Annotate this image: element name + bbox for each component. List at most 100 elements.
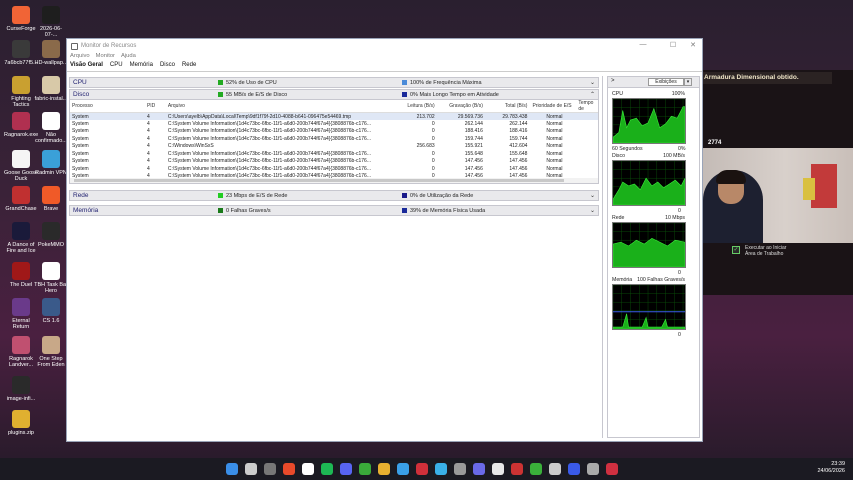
maximize-button[interactable]: ☐ — [665, 41, 681, 51]
menu-monitor[interactable]: Monitor — [96, 53, 115, 62]
table-cell: System — [72, 150, 89, 157]
app-icon — [12, 262, 30, 280]
overview-pane: CPU 52% de Uso de CPU 100% de Frequência… — [69, 76, 599, 216]
taskbar-app-icon[interactable] — [454, 463, 466, 475]
section-disco[interactable]: Disco 55 MB/s de E/S de Disco 0% Mais Lo… — [69, 89, 599, 100]
taskbar-app-icon[interactable] — [549, 463, 561, 475]
close-button[interactable]: ✕ — [685, 41, 701, 51]
chevron-down-icon[interactable]: ⌄ — [590, 79, 595, 86]
chevron-down-icon[interactable]: ⌄ — [590, 207, 595, 214]
pane-splitter[interactable] — [602, 76, 603, 438]
column-header[interactable]: PID — [144, 100, 166, 113]
autostart-checkbox[interactable]: ✓ — [732, 246, 740, 254]
table-row[interactable]: System 4 C:\System Volume Information\{1d4… — [70, 128, 598, 136]
taskbar-app-icon[interactable] — [473, 463, 485, 475]
table-row[interactable]: System 4 C:\Users\ayelb\AppData\Local\Temp… — [70, 112, 598, 120]
graph-footer-right: 0% — [678, 146, 686, 152]
tab-disco[interactable]: Disco — [160, 62, 175, 71]
table-row[interactable]: System 4 C:\System Volume Information\{1d4… — [70, 150, 598, 158]
chevron-up-icon[interactable]: ⌃ — [590, 91, 595, 98]
taskbar-app-icon[interactable] — [587, 463, 599, 475]
tab-cpu[interactable]: CPU — [110, 62, 123, 71]
desktop-icon[interactable]: 2026-06-07-... — [34, 6, 68, 38]
desktop-icon[interactable]: A Dance of Fire and Ice — [4, 222, 38, 254]
taskbar-app-icon[interactable] — [416, 463, 428, 475]
table-row[interactable]: System 4 C:\System Volume Information\{1d4… — [70, 158, 598, 166]
desktop-icon[interactable]: Fighting Tactics — [4, 76, 38, 108]
column-header[interactable]: Gravação (B/s) — [437, 100, 486, 113]
taskbar-app-icon[interactable] — [492, 463, 504, 475]
desktop-icon[interactable]: TBH Task Bar Hero — [34, 262, 68, 294]
desktop-icon[interactable]: Ragnarok Landver... — [4, 336, 38, 368]
menu-ajuda[interactable]: Ajuda — [121, 53, 136, 62]
taskbar-app-icon[interactable] — [530, 463, 542, 475]
desktop-icon[interactable]: The Duel — [4, 262, 38, 288]
game-banner: Armadura Dimensional obtido. — [700, 72, 832, 84]
views-dropdown[interactable]: ▾ — [684, 78, 692, 86]
taskbar-app-icon[interactable] — [397, 463, 409, 475]
table-row[interactable]: System 4 C:\System Volume Information\{1d4… — [70, 165, 598, 173]
minimize-button[interactable]: — — [635, 41, 651, 51]
taskbar-app-icon[interactable] — [283, 463, 295, 475]
table-cell: C:\System Volume Information\{1d4c73bc-6… — [167, 135, 371, 142]
desktop-icon[interactable]: Radmin VPN — [34, 150, 68, 176]
desktop-icon-label: A Dance of Fire and Ice — [6, 242, 36, 254]
start-icon[interactable] — [226, 463, 238, 475]
taskbar-app-icon[interactable] — [302, 463, 314, 475]
section-memoria[interactable]: Memória 0 Falhas Graves/s 39% de Memória… — [69, 205, 599, 216]
desktop-icon[interactable]: plugins.zip — [4, 410, 38, 436]
section-cpu[interactable]: CPU 52% de Uso de CPU 100% de Frequência… — [69, 77, 599, 88]
taskbar-app-icon[interactable] — [511, 463, 523, 475]
desktop-icon[interactable]: CurseForge — [4, 6, 38, 32]
section-memoria-title: Memória — [73, 207, 99, 214]
column-header[interactable]: Processo — [70, 100, 145, 113]
column-header[interactable]: Total (B/s) — [485, 100, 531, 113]
desktop-icon[interactable]: 7a6bcb77f5... — [4, 40, 38, 66]
taskbar-app-icon[interactable] — [606, 463, 618, 475]
tab-visao-geral[interactable]: Visão Geral — [70, 62, 103, 71]
taskbar-app-icon[interactable] — [359, 463, 371, 475]
desktop-icon[interactable]: GrandChase — [4, 186, 38, 212]
table-row[interactable]: System 4 C:\System Volume Information\{1d4… — [70, 135, 598, 143]
table-row[interactable]: System 4 C:\System Volume Information\{1d4… — [70, 120, 598, 128]
system-tray-clock[interactable]: 23:39 24/06/2026 — [817, 461, 845, 475]
chevron-down-icon[interactable]: ⌄ — [590, 192, 595, 199]
desktop-icon[interactable]: CS 1.6 — [34, 298, 68, 324]
table-cell: 4 — [146, 150, 150, 157]
desktop-icon[interactable]: One Step From Eden — [34, 336, 68, 368]
desktop-icon[interactable]: Brave — [34, 186, 68, 212]
column-header[interactable]: Arquivo — [165, 100, 394, 113]
taskbar-app-icon[interactable] — [568, 463, 580, 475]
menu-arquivo[interactable]: Arquivo — [70, 53, 90, 62]
taskbar-app-icon[interactable] — [264, 463, 276, 475]
table-cell: 412.604 — [509, 143, 528, 150]
desktop-icon[interactable]: Não confirmado... — [34, 112, 68, 144]
taskbar-app-icon[interactable] — [321, 463, 333, 475]
tab-memoria[interactable]: Memória — [130, 62, 153, 71]
tab-rede[interactable]: Rede — [182, 62, 196, 71]
taskbar-app-icon[interactable] — [435, 463, 447, 475]
app-icon — [12, 112, 30, 130]
taskbar-app-icon[interactable] — [378, 463, 390, 475]
column-header[interactable]: Prioridade de E/S — [530, 100, 577, 113]
taskbar-app-icon[interactable] — [340, 463, 352, 475]
column-header[interactable]: Leitura (B/s) — [393, 100, 438, 113]
desktop-icon[interactable]: Eternal Return — [4, 298, 38, 330]
desktop-icon[interactable]: HD-wallpap... — [34, 40, 68, 66]
desktop-icon[interactable]: Ragnarok.exe — [4, 112, 38, 138]
expand-arrow-icon[interactable]: > — [611, 78, 615, 84]
desktop-icon[interactable]: image-infi... — [4, 376, 38, 402]
desktop-icon[interactable]: fabric-instal... — [34, 76, 68, 102]
table-row[interactable]: System 4 C:\Windows\WinSxS 256.683 155.921 41… — [70, 143, 598, 151]
desktop-icon[interactable]: PokeMMO — [34, 222, 68, 248]
resource-monitor-window: Monitor de Recursos — ☐ ✕ Arquivo Monito… — [66, 38, 703, 442]
views-button[interactable]: Exibições — [648, 78, 684, 86]
column-header[interactable]: Tempo de — [576, 100, 598, 113]
scrollbar-thumb[interactable] — [74, 179, 564, 182]
taskbar-app-icon[interactable] — [245, 463, 257, 475]
table-cell: Normal — [546, 120, 563, 127]
horizontal-scrollbar[interactable] — [70, 178, 598, 183]
desktop-icon[interactable]: Goose Goose Duck — [4, 150, 38, 182]
table-cell: 0 — [431, 120, 435, 127]
section-rede[interactable]: Rede 23 Mbps de E/S de Rede 0% de Utiliz… — [69, 190, 599, 201]
